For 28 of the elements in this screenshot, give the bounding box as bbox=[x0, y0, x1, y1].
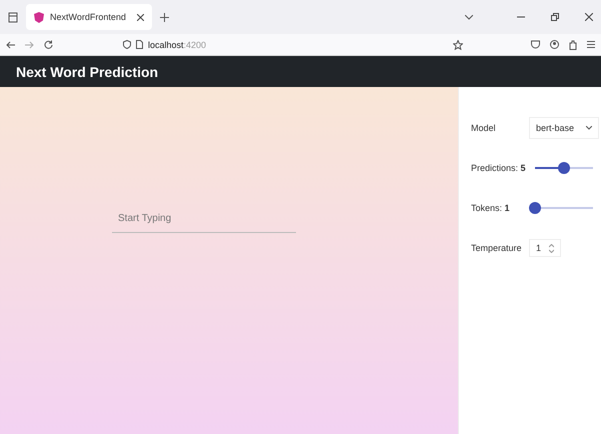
model-select[interactable]: bert-base bbox=[529, 117, 600, 139]
url-text[interactable]: localhost:4200 bbox=[148, 40, 206, 50]
chevron-down-icon[interactable] bbox=[465, 14, 473, 20]
slider-thumb[interactable] bbox=[529, 202, 541, 214]
number-field[interactable]: 1 bbox=[529, 239, 562, 257]
reload-icon[interactable] bbox=[44, 40, 53, 49]
star-icon[interactable] bbox=[453, 40, 463, 50]
shield-icon[interactable] bbox=[123, 40, 131, 49]
account-icon[interactable] bbox=[550, 40, 559, 49]
setting-label: Temperature bbox=[471, 243, 523, 253]
restore-icon[interactable] bbox=[551, 13, 559, 21]
page-icon bbox=[136, 40, 143, 49]
minimize-icon[interactable] bbox=[517, 16, 525, 18]
close-icon[interactable] bbox=[585, 13, 593, 21]
setting-label: Predictions: 5 bbox=[471, 163, 527, 173]
setting-label: Tokens: 1 bbox=[471, 203, 511, 213]
input-field[interactable]: Start Typing bbox=[112, 205, 296, 233]
chevron-down-icon bbox=[586, 126, 592, 130]
spinner-icon[interactable] bbox=[549, 244, 554, 252]
menu-icon[interactable] bbox=[587, 41, 595, 48]
app-title: Next Word Prediction bbox=[16, 64, 158, 80]
plus-icon[interactable] bbox=[160, 12, 169, 22]
back-icon[interactable] bbox=[6, 40, 15, 48]
slider-thumb[interactable] bbox=[558, 162, 570, 174]
browser-tab[interactable]: NextWordFrontend bbox=[26, 4, 152, 30]
close-icon[interactable] bbox=[137, 14, 144, 20]
tab-list-icon[interactable] bbox=[8, 12, 18, 22]
setting-label: Model bbox=[471, 123, 497, 133]
